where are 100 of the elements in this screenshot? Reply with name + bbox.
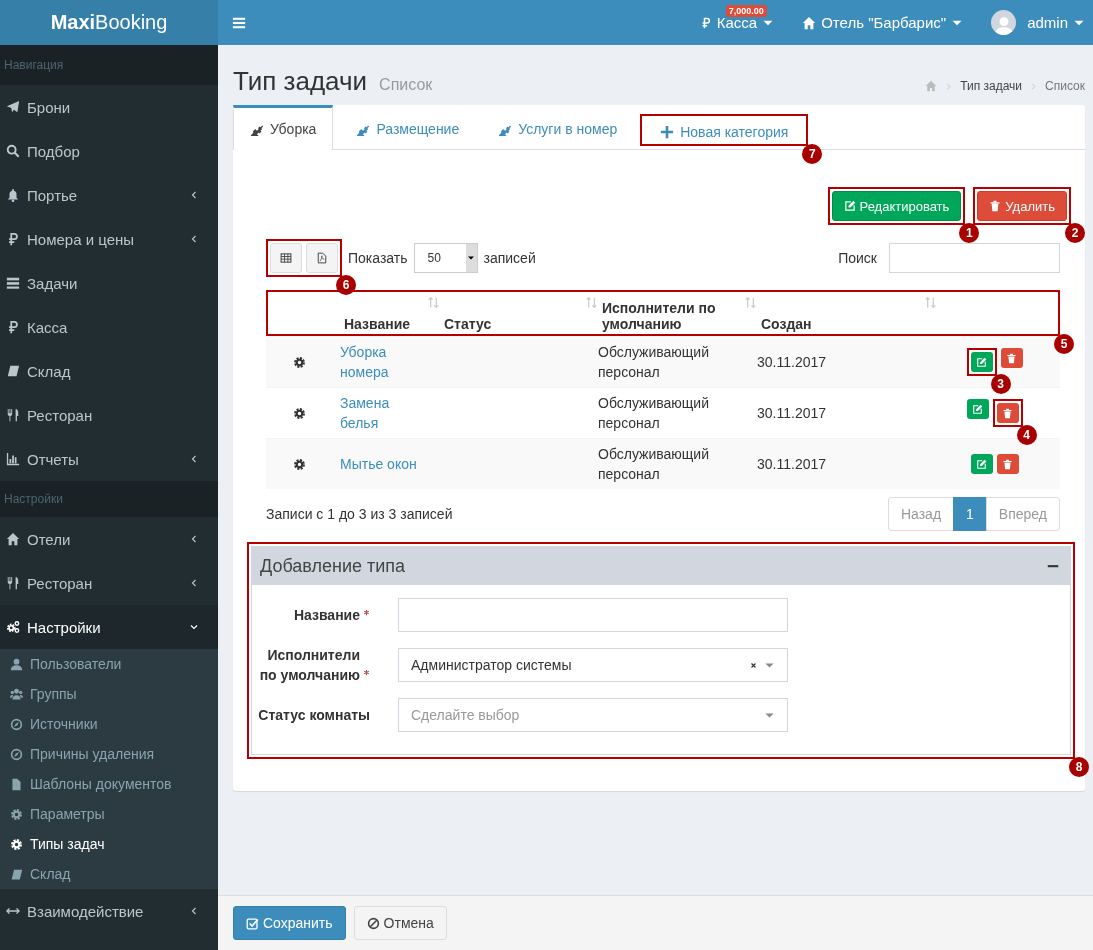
field-label: Название xyxy=(293,606,360,625)
sidebar-item[interactable]: Настройки xyxy=(0,605,218,649)
utensils-icon xyxy=(6,576,20,590)
edit-button[interactable] xyxy=(966,399,989,419)
callout-badge: 3 xyxy=(990,374,1011,394)
compass-icon xyxy=(10,717,23,731)
cash-menu[interactable]: Касса 7,000.00 xyxy=(685,0,789,45)
sidebar-item[interactable]: Номера и цены xyxy=(0,217,218,261)
sort-icon xyxy=(744,296,757,309)
field-label: Исполнители по умолчанию xyxy=(258,646,360,685)
bell-icon xyxy=(6,188,20,202)
table-cell-text: 30.11.2017 xyxy=(757,456,828,472)
sidebar-item[interactable]: Касса xyxy=(0,305,218,349)
sidebar-item[interactable]: Ресторан xyxy=(0,561,218,605)
gear-icon xyxy=(292,457,306,471)
edit-icon xyxy=(976,356,987,368)
gear-icon xyxy=(10,807,23,821)
length-suffix: записей xyxy=(483,250,536,266)
table-export-button[interactable] xyxy=(270,243,302,273)
sidebar-item[interactable]: Задачи xyxy=(0,261,218,305)
breadcrumb-link[interactable]: Список xyxy=(1045,79,1085,93)
sidebar-item[interactable]: Отчеты xyxy=(0,437,218,481)
page-title: Тип задачи xyxy=(233,65,368,97)
gear-icon xyxy=(292,355,306,369)
menu-icon[interactable] xyxy=(232,15,246,30)
select-field[interactable]: Администратор системы xyxy=(398,648,788,682)
edit-button[interactable] xyxy=(970,454,993,474)
table-cell-text: Обслуживающий персонал xyxy=(598,445,710,484)
edit-icon xyxy=(976,458,987,470)
sidebar-item[interactable]: Склад xyxy=(0,349,218,393)
submenu-item[interactable]: Причины удаления xyxy=(0,739,218,769)
column-header[interactable]: Исполнители по умолчанию xyxy=(602,300,744,332)
cancel-button[interactable]: Отмена xyxy=(353,906,447,940)
submenu-item[interactable]: Группы xyxy=(0,679,218,709)
column-header[interactable]: Создан xyxy=(761,316,812,332)
cash-badge: 7,000.00 xyxy=(725,5,767,17)
edit-button[interactable]: Редактировать xyxy=(831,191,962,221)
task-type-link[interactable]: Уборка номера xyxy=(340,342,426,382)
table-info: Записи с 1 до 3 из 3 записей xyxy=(266,506,453,522)
callout-badge: 2 xyxy=(1065,223,1085,243)
search-field[interactable] xyxy=(889,243,1060,273)
user-icon xyxy=(10,657,23,671)
gears-icon xyxy=(6,620,20,634)
submenu-item[interactable]: Источники xyxy=(0,709,218,739)
submenu-item[interactable]: Типы задач xyxy=(0,829,218,859)
users-icon xyxy=(10,687,23,701)
pdf-export-button[interactable] xyxy=(306,243,338,273)
column-header[interactable]: Название xyxy=(344,316,411,332)
sidebar-item[interactable]: Ресторан xyxy=(0,393,218,437)
column-header[interactable]: Статус xyxy=(444,316,492,332)
callout-badge: 4 xyxy=(1016,425,1037,445)
sidebar-item[interactable]: Отели xyxy=(0,517,218,561)
sort-icon xyxy=(924,296,937,309)
callout-badge: 8 xyxy=(1069,757,1089,777)
hotel-menu[interactable]: Отель "Барбарис" xyxy=(788,0,978,45)
check-square-icon xyxy=(246,916,259,930)
callout-badge: 7 xyxy=(802,144,823,164)
sidebar-item[interactable]: Портье xyxy=(0,173,218,217)
breadcrumb-link[interactable]: Тип задачи xyxy=(960,79,1023,93)
gear-icon xyxy=(292,406,306,420)
panel-title: Добавление типа xyxy=(260,555,406,577)
pagination-button[interactable]: 1 xyxy=(953,497,987,531)
search-icon xyxy=(6,144,20,158)
compass-icon xyxy=(10,747,23,761)
user-menu[interactable]: admin xyxy=(977,0,1085,45)
delete-button[interactable]: Удалить xyxy=(977,191,1067,221)
sidebar-item[interactable]: Подбор xyxy=(0,129,218,173)
section-header: Навигация xyxy=(4,58,64,72)
submenu-item[interactable]: Пользователи xyxy=(0,649,218,679)
tab[interactable]: Новая категория xyxy=(644,108,805,152)
task-type-link[interactable]: Замена белья xyxy=(340,393,426,433)
trash-icon xyxy=(989,200,1002,212)
table-cell-text: Обслуживающий персонал xyxy=(598,343,710,382)
delete-button[interactable] xyxy=(996,454,1019,474)
gear-icon xyxy=(10,837,23,851)
pdf-icon xyxy=(316,252,328,264)
section-header: Настройки xyxy=(4,492,63,506)
file-icon xyxy=(10,777,23,791)
task-type-link[interactable]: Мытье окон xyxy=(340,454,426,474)
trash-icon xyxy=(1002,407,1013,419)
page-length-select[interactable]: 50 xyxy=(413,243,478,273)
delete-button[interactable] xyxy=(1000,348,1023,368)
sidebar-item[interactable]: Брони xyxy=(0,85,218,129)
sidebar-item[interactable]: Взаимодействие xyxy=(0,889,218,933)
utensils-icon xyxy=(6,408,20,422)
tab[interactable]: Услуги в номер xyxy=(482,105,634,149)
submenu-item[interactable]: Склад xyxy=(0,859,218,889)
length-label: Показать xyxy=(348,250,408,266)
save-button[interactable]: Сохранить xyxy=(233,906,346,940)
page-subtitle: Список xyxy=(379,76,433,95)
avatar-icon xyxy=(991,10,1017,35)
table-cell-text: 30.11.2017 xyxy=(757,405,828,421)
name-input[interactable] xyxy=(398,598,788,632)
select-field[interactable]: Сделайте выбор xyxy=(398,698,788,732)
submenu-item[interactable]: Шаблоны документов xyxy=(0,769,218,799)
submenu-item[interactable]: Параметры xyxy=(0,799,218,829)
field-label: Статус комнаты xyxy=(258,706,370,725)
ruble-icon xyxy=(6,232,20,246)
tab[interactable]: Размещение xyxy=(340,105,476,149)
tab[interactable]: Уборка xyxy=(233,105,334,150)
